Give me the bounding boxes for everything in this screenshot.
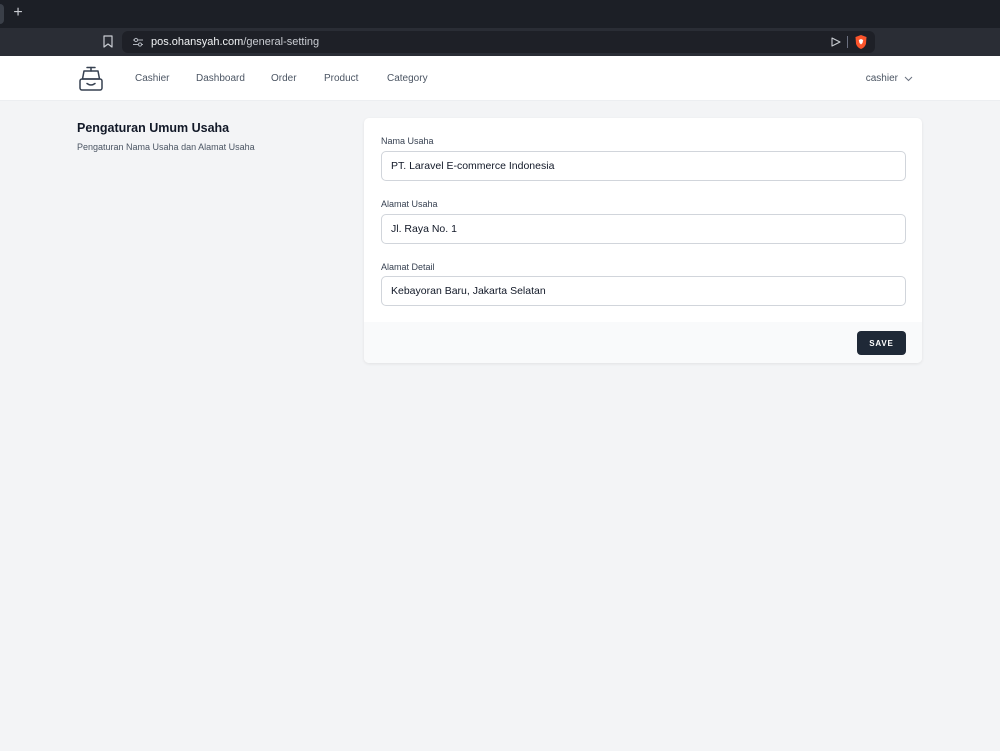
url-path: /general-setting: [243, 36, 320, 48]
form-actions: [364, 322, 922, 363]
brave-shield-icon[interactable]: [854, 34, 868, 50]
section-description: Pengaturan Nama Usaha dan Alamat Usaha: [77, 142, 255, 152]
browser-tab[interactable]: [0, 4, 4, 24]
cash-register-logo-icon[interactable]: [78, 66, 104, 92]
user-name: cashier: [865, 73, 898, 84]
send-icon[interactable]: [830, 36, 842, 48]
nav-product[interactable]: Product: [324, 73, 358, 85]
url-host: pos.ohansyah.com: [151, 36, 244, 48]
nav-order[interactable]: Order: [271, 73, 297, 85]
site-settings-icon[interactable]: [132, 36, 144, 48]
business-address-input[interactable]: [381, 214, 906, 244]
settings-form-card: Nama Usaha Alamat Usaha Alamat Detail SA…: [364, 118, 922, 363]
address-url[interactable]: pos.ohansyah.com/general-setting: [151, 35, 319, 49]
business-name-label: Nama Usaha: [381, 136, 434, 146]
business-address-label: Alamat Usaha: [381, 199, 438, 209]
nav-cashier[interactable]: Cashier: [135, 73, 169, 85]
business-name-input[interactable]: [381, 151, 906, 181]
browser-tab-strip: +: [0, 0, 1000, 28]
toolbar-divider: [847, 36, 848, 48]
nav-dashboard[interactable]: Dashboard: [196, 73, 245, 85]
address-detail-label: Alamat Detail: [381, 262, 435, 272]
new-tab-button[interactable]: +: [11, 4, 25, 22]
nav-category[interactable]: Category: [387, 73, 428, 85]
chevron-down-icon: [904, 76, 913, 82]
section-title: Pengaturan Umum Usaha: [77, 121, 230, 135]
bookmark-icon[interactable]: [103, 35, 113, 48]
address-detail-input[interactable]: [381, 276, 906, 306]
user-menu[interactable]: cashier: [866, 73, 913, 85]
save-button[interactable]: SAVE: [857, 331, 906, 355]
